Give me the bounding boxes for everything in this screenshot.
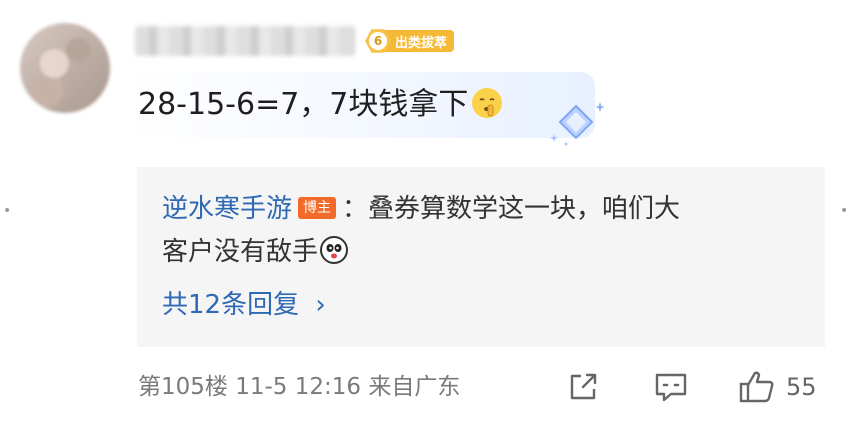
comment-text: 28-15-6=7，7块钱拿下 — [138, 87, 469, 122]
share-icon — [570, 373, 597, 400]
reply-line-2: 客户没有敌手 — [162, 232, 349, 272]
blogger-tag: 博主 — [298, 197, 337, 219]
comment-text-row: 28-15-6=7，7块钱拿下 — [138, 83, 503, 127]
more-replies-link[interactable]: 共12条回复 › — [162, 285, 326, 325]
reply-text-line1: 叠券算数学这一块，咱们大 — [368, 194, 681, 224]
reply-author[interactable]: 逆水寒手游 — [162, 194, 292, 224]
badge-level: 6 — [369, 32, 387, 50]
gem-decoration-icon — [550, 102, 605, 146]
level-badge[interactable]: 6 出类拔萃 — [365, 28, 471, 54]
comment-icon — [655, 373, 687, 402]
thumbs-up-icon — [739, 371, 774, 403]
like-button[interactable]: 55 — [738, 369, 817, 405]
panda-face-emoji-icon — [320, 236, 349, 264]
badge-label: 出类拔萃 — [385, 30, 455, 52]
comment-meta: 第105楼 11-5 12:16 来自广东 — [138, 374, 461, 400]
chevron-right-icon: › — [315, 290, 326, 320]
avatar[interactable] — [20, 23, 110, 113]
share-button[interactable] — [566, 369, 600, 405]
reply-text-line2: 客户没有敌手 — [162, 237, 319, 267]
reply-colon: ： — [342, 194, 369, 224]
right-edge-dot: • — [840, 203, 849, 219]
comment-button[interactable] — [653, 369, 689, 405]
reply-line-1: 逆水寒手游 博主 ：叠券算数学这一块，咱们大 — [162, 189, 680, 229]
more-replies-label: 共12条回复 — [162, 290, 300, 320]
left-edge-dot: • — [3, 203, 12, 219]
username-blurred[interactable] — [135, 26, 355, 56]
shushing-face-emoji-icon — [472, 88, 503, 118]
likes-count: 55 — [786, 373, 817, 401]
